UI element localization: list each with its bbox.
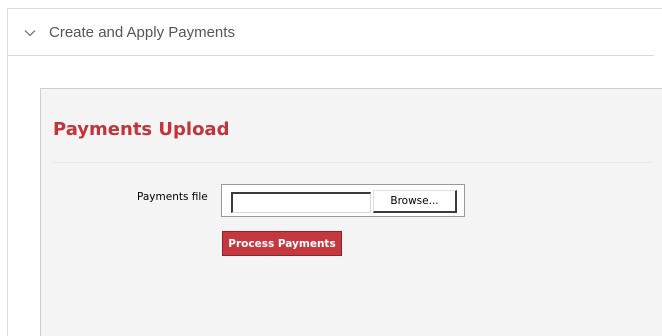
browse-button[interactable]: Browse... xyxy=(373,190,457,213)
payments-file-input[interactable] xyxy=(231,192,371,213)
page: Create and Apply Payments Payments Uploa… xyxy=(0,0,662,336)
title-divider xyxy=(53,162,653,163)
payments-upload-panel: Payments Upload Payments file Browse... … xyxy=(40,88,662,336)
process-payments-button[interactable]: Process Payments xyxy=(222,231,342,256)
payments-file-picker: Browse... xyxy=(221,184,465,217)
panel-title: Payments Upload xyxy=(53,119,230,140)
section-title: Create and Apply Payments xyxy=(49,24,235,41)
payments-file-label: Payments file xyxy=(137,191,208,203)
chevron-down-icon[interactable] xyxy=(23,26,37,40)
section-header[interactable]: Create and Apply Payments xyxy=(8,10,654,56)
